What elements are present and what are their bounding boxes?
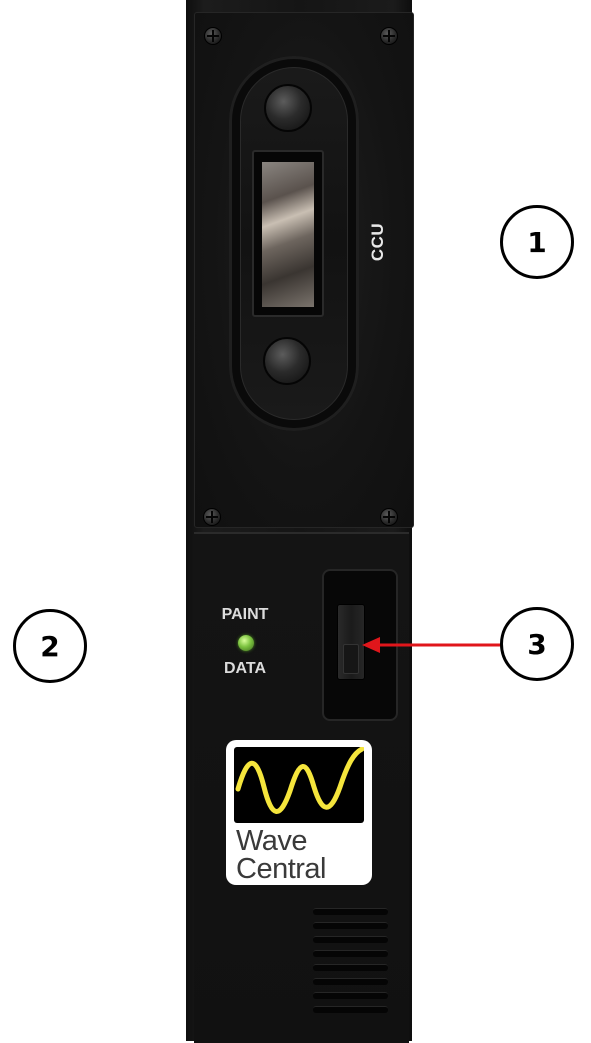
vent-slot xyxy=(313,908,388,915)
paint-label: PAINT xyxy=(221,606,269,623)
vent-slot xyxy=(313,922,388,929)
vent-slot xyxy=(313,936,388,943)
screw-icon xyxy=(380,27,398,45)
logo-text-central: Central xyxy=(236,853,327,885)
callout-1: 1 xyxy=(500,205,574,279)
logo-text-wave: Wave xyxy=(236,825,308,857)
vent-slot xyxy=(313,992,388,999)
switch-lever[interactable] xyxy=(343,644,359,674)
callout-3: 3 xyxy=(500,607,574,681)
vent-slot xyxy=(313,1006,388,1013)
vent-slot xyxy=(313,964,388,971)
display-window xyxy=(262,162,314,307)
logo-wave-icon xyxy=(235,746,365,814)
lower-control-knob[interactable] xyxy=(263,337,311,385)
vent-slot xyxy=(313,978,388,985)
screw-icon xyxy=(380,508,398,526)
wave-central-logo: Wave Central xyxy=(226,740,372,885)
data-label: DATA xyxy=(223,660,267,677)
screw-icon xyxy=(204,27,222,45)
screw-icon xyxy=(203,508,221,526)
ccu-label: CCU xyxy=(368,222,387,262)
upper-control-knob[interactable] xyxy=(264,84,312,132)
logo-wave-panel xyxy=(234,746,365,823)
callout-2: 2 xyxy=(13,609,87,683)
status-led xyxy=(238,635,254,651)
vent-slot xyxy=(313,950,388,957)
